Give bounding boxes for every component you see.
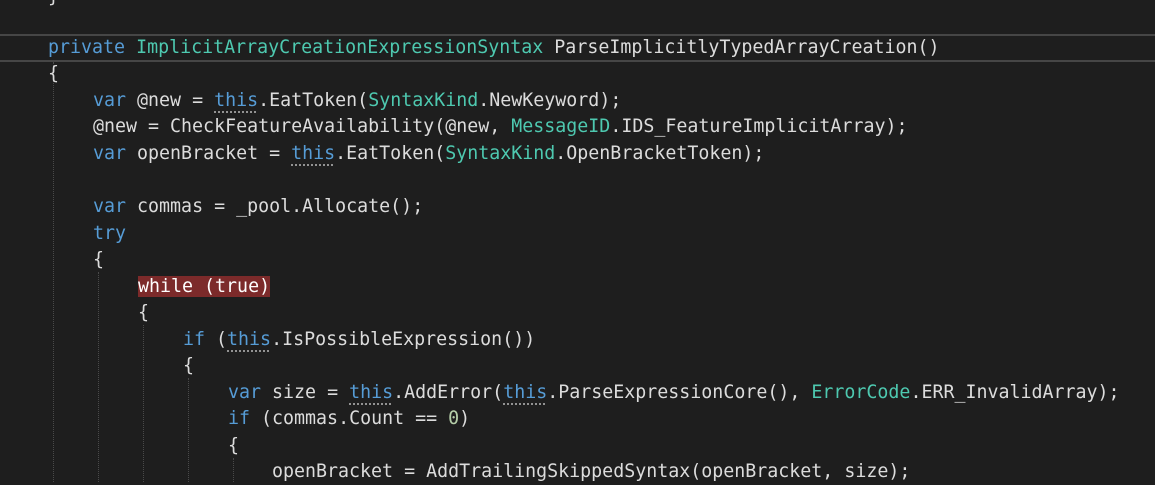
code-line[interactable]: var openBracket = this.EatToken(SyntaxKi… — [93, 141, 764, 167]
keyword: while — [138, 276, 194, 297]
indent-guide — [233, 458, 234, 482]
keyword: try — [93, 223, 127, 244]
code-text: openBracket = — [126, 143, 292, 164]
code-line[interactable]: { — [228, 433, 239, 459]
indent-guide — [143, 325, 144, 482]
code-editor[interactable]: } private ImplicitArrayCreationExpressio… — [0, 0, 1155, 482]
keyword: var — [93, 143, 127, 164]
code-line[interactable]: if (commas.Count == 0) — [228, 406, 470, 432]
code-line[interactable]: { — [93, 247, 104, 273]
code-line[interactable]: } — [48, 0, 59, 10]
code-text: .OpenBracketToken); — [555, 143, 765, 164]
code-line[interactable]: @new = CheckFeatureAvailability(@new, Me… — [93, 114, 907, 140]
brace: { — [183, 355, 195, 376]
number-literal: 0 — [448, 408, 460, 429]
indent-guide — [98, 272, 99, 482]
type-name: SyntaxKind — [445, 143, 556, 164]
indent-guide — [53, 62, 54, 482]
brace: { — [228, 435, 240, 456]
code-text: ( — [193, 276, 216, 297]
brace: } — [48, 0, 59, 7]
code-text: .EatToken( — [335, 143, 446, 164]
code-text: .NewKeyword); — [478, 90, 622, 111]
code-line[interactable]: { — [183, 353, 194, 379]
code-text: .ParseExpressionCore(), — [547, 382, 812, 403]
keyword-this: this — [214, 90, 259, 111]
code-text: .ERR_InvalidArray); — [910, 382, 1120, 403]
type-name: MessageID — [511, 116, 611, 137]
code-text: @new = CheckFeatureAvailability(@new, — [93, 116, 512, 137]
code-line[interactable]: { — [138, 300, 149, 326]
code-text: .EatToken( — [258, 90, 369, 111]
brace: { — [93, 249, 105, 270]
code-line[interactable]: try — [93, 221, 126, 247]
code-text: (commas.Count == — [250, 408, 449, 429]
keyword: var — [93, 196, 127, 217]
keyword-this: this — [503, 382, 548, 403]
code-text: @new = — [126, 90, 215, 111]
code-text: ( — [205, 329, 228, 350]
keyword: private — [48, 37, 126, 58]
keyword: if — [183, 329, 206, 350]
code-line[interactable]: var size = this.AddError(this.ParseExpre… — [228, 380, 1120, 406]
keyword: if — [228, 408, 251, 429]
keyword-this: this — [227, 329, 272, 350]
type-name: ImplicitArrayCreationExpressionSyntax — [136, 37, 544, 58]
code-line[interactable]: { — [48, 61, 59, 87]
code-text: openBracket = AddTrailingSkippedSyntax(o… — [272, 461, 911, 482]
keyword: var — [228, 382, 262, 403]
code-line[interactable]: var commas = _pool.Allocate(); — [93, 194, 423, 220]
type-name: SyntaxKind — [368, 90, 479, 111]
code-line[interactable]: var @new = this.EatToken(SyntaxKind.NewK… — [93, 88, 621, 114]
code-text: size = — [261, 382, 350, 403]
code-text: commas = _pool.Allocate(); — [126, 196, 424, 217]
code-line[interactable]: while (true) — [138, 274, 271, 300]
brace: { — [48, 63, 60, 84]
brace: { — [138, 302, 150, 323]
code-line[interactable]: if (this.IsPossibleExpression()) — [183, 327, 535, 353]
code-text: ) — [259, 276, 271, 297]
method-name: ParseImplicitlyTypedArrayCreation() — [543, 37, 940, 58]
keyword: var — [93, 90, 127, 111]
keyword-this: this — [291, 143, 336, 164]
highlighted-statement: while (true) — [138, 276, 271, 297]
code-text: .IDS_FeatureImplicitArray); — [610, 116, 908, 137]
code-line-method-signature[interactable]: private ImplicitArrayCreationExpressionS… — [48, 35, 940, 61]
keyword: true — [215, 276, 260, 297]
code-text: .IsPossibleExpression()) — [271, 329, 536, 350]
code-text: .AddError( — [393, 382, 504, 403]
code-text: ) — [459, 408, 471, 429]
indent-guide — [188, 378, 189, 482]
code-line[interactable]: openBracket = AddTrailingSkippedSyntax(o… — [272, 459, 910, 485]
type-name: ErrorCode — [811, 382, 911, 403]
keyword-this: this — [349, 382, 394, 403]
